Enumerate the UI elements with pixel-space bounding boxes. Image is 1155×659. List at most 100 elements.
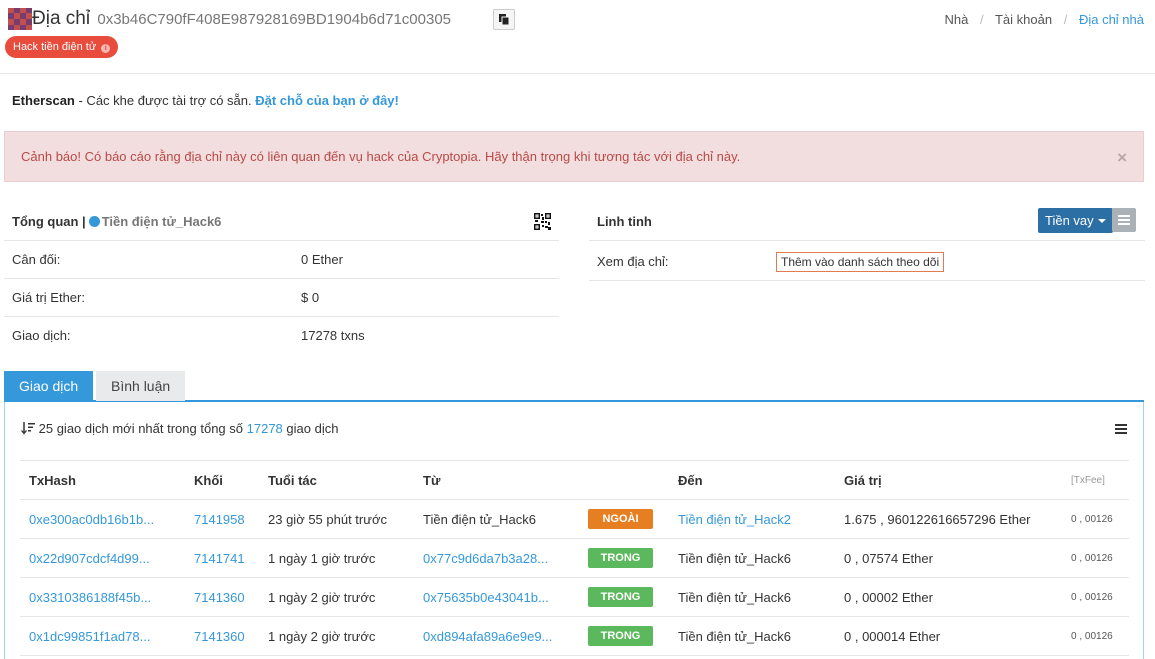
copy-address-button[interactable] (493, 9, 515, 30)
loan-dropdown-button[interactable]: Tiền vay (1038, 208, 1113, 233)
col-value: Giá trị (835, 460, 1062, 500)
sponsor-link[interactable]: Đặt chỗ của bạn ở đây! (255, 93, 399, 108)
misc-menu-button[interactable] (1112, 208, 1136, 232)
breadcrumb-home[interactable]: Nhà (944, 12, 968, 27)
hack-badge-label: Hack tiền điện tử (13, 41, 97, 53)
sponsor-text: - Các khe được tài trợ có sẵn. (74, 93, 256, 108)
add-to-watchlist-button[interactable]: Thêm vào danh sách theo dõi (776, 252, 945, 272)
tx-direction-cell: TRONG (579, 538, 669, 578)
watch-address-row: Xem địa chỉ: Thêm vào danh sách theo dõi (589, 241, 1145, 281)
overview-row-ether-value: Giá trị Ether: $ 0 (4, 279, 559, 317)
tx-from-link[interactable]: 0x75635b0e43041b... (414, 577, 579, 617)
col-block: Khối (185, 460, 259, 500)
hack-warning-alert: Cảnh báo! Có báo cáo rằng địa chỉ này có… (4, 131, 1144, 182)
tab-comments[interactable]: Bình luận (96, 371, 186, 401)
alert-text: Cảnh báo! Có báo cáo rằng địa chỉ này có… (21, 149, 741, 164)
sponsor-banner: Etherscan - Các khe được tài trợ có sẵn.… (12, 93, 399, 108)
tx-value: 1.675 , 960122616657296 Ether (835, 499, 1062, 539)
misc-panel: Linh tinh Tiền vay Xem địa chỉ: Thêm vào… (589, 202, 1145, 281)
transactions-value: 17278 txns (301, 328, 365, 343)
globe-icon (88, 216, 100, 227)
tx-value: 0 , 000014 Ether (835, 616, 1062, 656)
tx-hash-link[interactable]: 0xe300ac0db16b1b... (20, 499, 185, 539)
overview-row-balance: Cân đối: 0 Ether (4, 241, 559, 279)
summary-count-link[interactable]: 17278 (247, 421, 283, 436)
copy-icon (499, 14, 510, 26)
misc-title: Linh tinh (597, 214, 652, 229)
col-from: Từ (414, 460, 579, 500)
table-row: 0x1dc99851f1ad78... 7141360 1 ngày 2 giờ… (20, 616, 1129, 656)
tx-direction-cell: TRONG (579, 616, 669, 656)
tx-age: 1 ngày 2 giờ trước (259, 616, 414, 656)
close-icon[interactable]: × (1117, 148, 1127, 168)
qr-code-icon[interactable] (534, 213, 551, 230)
sort-descending-icon (21, 422, 35, 435)
block-link[interactable]: 7141741 (185, 538, 259, 578)
page-title-label: Địa chỉ (32, 8, 91, 29)
tx-to-link[interactable]: Tiền điện tử_Hack2 (669, 499, 835, 539)
ether-value-label: Giá trị Ether: (12, 290, 85, 305)
caret-down-icon (1097, 219, 1106, 223)
misc-header: Linh tinh Tiền vay (589, 202, 1145, 241)
overview-header: Tổng quan | Tiền điện tử_Hack6 (4, 202, 559, 241)
col-direction (579, 460, 669, 500)
tx-from: Tiền điện tử_Hack6 (414, 499, 579, 539)
direction-badge-in: TRONG (588, 548, 653, 568)
address-tag: Tiền điện tử_Hack6 (101, 214, 222, 229)
content-tabs: Giao dịch Bình luận (4, 371, 1144, 402)
tx-fee: 0 , 00126 (1062, 538, 1129, 578)
tx-fee: 0 , 00126 (1062, 616, 1129, 656)
tx-to: Tiền điện tử_Hack6 (669, 577, 835, 617)
overview-panel: Tổng quan | Tiền điện tử_Hack6 Cân đối: 0… (4, 202, 559, 355)
table-row: 0x22d907cdcf4d99... 7141741 1 ngày 1 giờ… (20, 538, 1129, 578)
tab-transactions[interactable]: Giao dịch (4, 371, 94, 401)
info-icon: i (101, 44, 111, 53)
transactions-panel: 25 giao dịch mới nhất trong tổng số 1727… (4, 402, 1144, 659)
watch-address-label: Xem địa chỉ: (597, 254, 669, 269)
page-header: Địa chỉ 0x3b46C790fF408E987928169BD1904b… (0, 0, 1155, 74)
col-txhash: TxHash (20, 460, 185, 500)
tx-direction-cell: TRONG (579, 577, 669, 617)
tx-direction-cell: NGOÀI (579, 499, 669, 539)
tx-to: Tiền điện tử_Hack6 (669, 538, 835, 578)
table-header-row: TxHash Khối Tuổi tác Từ Đến Giá trị [TxF… (20, 460, 1129, 500)
ether-value-value: $ 0 (301, 290, 320, 305)
tx-age: 1 ngày 1 giờ trước (259, 538, 414, 578)
tx-hash-link[interactable]: 0x22d907cdcf4d99... (20, 538, 185, 578)
identicon-avatar (8, 8, 32, 30)
tx-age: 1 ngày 2 giờ trước (259, 577, 414, 617)
block-link[interactable]: 7141958 (185, 499, 259, 539)
summary-prefix: 25 giao dịch mới nhất trong tổng số (38, 421, 244, 436)
col-txfee: [TxFee] (1062, 460, 1129, 500)
direction-badge-in: TRONG (588, 626, 653, 646)
direction-badge-out: NGOÀI (588, 509, 653, 529)
balance-value: 0 Ether (301, 252, 343, 267)
tx-from-link[interactable]: 0xd894afa89a6e9e9... (414, 616, 579, 656)
breadcrumb-accounts[interactable]: Tài khoản (995, 12, 1052, 27)
tx-value: 0 , 00002 Ether (835, 577, 1062, 617)
breadcrumb-separator: / (1063, 12, 1068, 27)
table-row: 0x3310386188f45b... 7141360 1 ngày 2 giờ… (20, 577, 1129, 617)
overview-row-transactions: Giao dịch: 17278 txns (4, 317, 559, 355)
tx-value: 0 , 07574 Ether (835, 538, 1062, 578)
table-row: 0xe300ac0db16b1b... 7141958 23 giờ 55 ph… (20, 499, 1129, 539)
breadcrumb-separator: / (979, 12, 984, 27)
tx-hash-link[interactable]: 0x1dc99851f1ad78... (20, 616, 185, 656)
breadcrumb-current: Địa chỉ nhà (1078, 12, 1144, 27)
tx-fee: 0 , 00126 (1062, 577, 1129, 617)
col-age: Tuổi tác (259, 460, 414, 500)
block-link[interactable]: 7141360 (185, 616, 259, 656)
tx-hash-link[interactable]: 0x3310386188f45b... (20, 577, 185, 617)
loan-button-label: Tiền vay (1045, 213, 1094, 228)
block-link[interactable]: 7141360 (185, 577, 259, 617)
overview-title: Tổng quan | Tiền điện tử_Hack6 (12, 214, 221, 229)
hack-status-badge[interactable]: Hack tiền điện tử i (5, 36, 119, 58)
tx-from-link[interactable]: 0x77c9d6da7b3a28... (414, 538, 579, 578)
direction-badge-in: TRONG (588, 587, 653, 607)
address-hash: 0x3b46C790fF408E987928169BD1904b6d71c003… (97, 11, 452, 28)
page-title: Địa chỉ 0x3b46C790fF408E987928169BD1904b… (32, 8, 451, 30)
summary-suffix: giao dịch (286, 421, 339, 436)
transactions-table: TxHash Khối Tuổi tác Từ Đến Giá trị [TxF… (20, 460, 1129, 656)
list-menu-icon[interactable] (1115, 424, 1127, 434)
breadcrumb: Nhà / Tài khoản / Địa chỉ nhà (944, 12, 1144, 27)
